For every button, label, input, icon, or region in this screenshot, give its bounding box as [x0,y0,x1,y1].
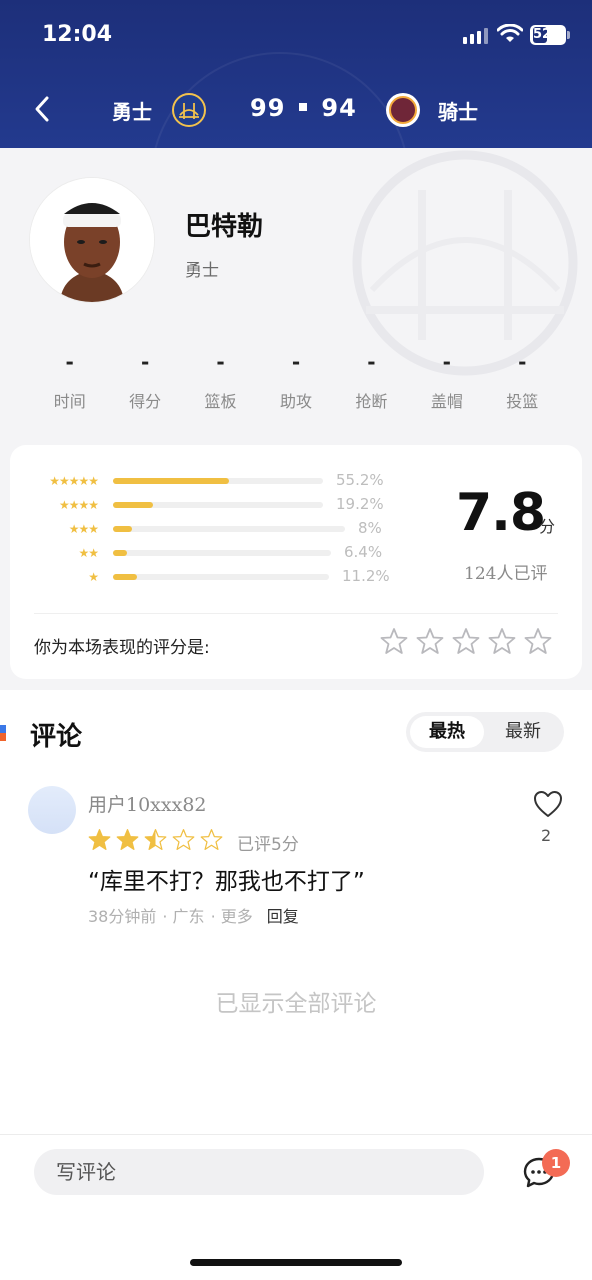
your-rating-stars [380,627,552,655]
away-team-name: 骑士 [438,100,478,124]
home-score: 99 [250,94,286,122]
comment-time: 38分钟前 [88,907,157,926]
stat-assists: - 助攻 [279,350,312,411]
stat-shooting: - 投篮 [506,350,539,411]
star-filled-icon [88,829,111,850]
rating-row-percent: 11.2% [342,567,390,585]
player-team: 勇士 [185,261,219,281]
rating-row-3: ★★★ 8% [34,519,382,537]
rating-row-stars: ★★ [78,546,99,560]
comment-meta: 38分钟前 · 广东 · 更多 回复 [88,903,299,927]
away-score: 94 [321,94,357,122]
rating-row-2: ★★ 6.4% [34,543,382,561]
comments-header: 评论 最热 最新 [0,690,592,772]
all-comments-shown: 已显示全部评论 [215,991,377,1017]
notification-badge: 1 [542,1149,570,1177]
stat-time: - 时间 [53,350,86,411]
rating-row-stars: ★ [88,570,99,584]
rating-row-stars: ★★★★ [58,498,99,512]
star-filled-icon [116,829,139,850]
your-rating-label: 你为本场表现的评分是: [34,638,210,658]
score-unit: 分 [539,517,556,536]
sort-toggle: 最热 最新 [406,712,564,752]
sort-hot-tab[interactable]: 最热 [410,716,484,748]
warriors-watermark-icon [352,150,578,376]
rating-card: ★★★★★ 55.2% ★★★★ 19.2% ★★★ 8% ★★ 6.4% ★ … [10,445,582,679]
reply-button[interactable]: 回复 [267,903,299,927]
comment-item: 用户10xxx82 已评5分 “库里不打？那我也不打了” 38分钟前 · 广东 … [0,772,592,932]
write-comment-input[interactable] [34,1149,484,1195]
status-bar: 12:04 52 [0,0,592,70]
rating-row-percent: 6.4% [344,543,383,561]
comment-more[interactable]: · 更多 [211,903,253,927]
rating-row-percent: 8% [358,519,382,537]
star-outline-icon[interactable] [524,627,552,655]
comment-text: “库里不打？那我也不打了” [88,869,365,895]
rating-row-stars: ★★★★★ [49,474,99,488]
comments-title: 评论 [30,722,83,752]
sort-new-tab[interactable]: 最新 [486,716,560,748]
rating-row-stars: ★★★ [68,522,99,536]
stat-steals: - 抢断 [355,350,388,411]
game-header: 12:04 52 勇士 99 94 骑士 [0,0,592,148]
rating-bar-fill [113,574,138,580]
section-accent-mark [0,725,6,741]
cellular-signal-icon [463,26,488,44]
wifi-icon [497,24,523,42]
comment-location: · 广东 [162,907,205,926]
star-outline-icon[interactable] [488,627,516,655]
cavaliers-logo-icon [386,93,420,127]
home-indicator [190,1259,402,1266]
card-divider [34,613,558,614]
rating-row-percent: 19.2% [336,495,384,513]
comment-composer-bar: 1 [0,1134,592,1280]
like-count: 2 [541,826,552,845]
stat-rebounds: - 篮板 [204,350,237,411]
battery-icon: 52 [530,25,570,45]
star-half-icon [144,829,167,850]
rating-row-5: ★★★★★ 55.2% [34,471,383,489]
star-outline-icon [172,829,195,850]
stat-blocks: - 盖帽 [430,350,463,411]
star-outline-icon[interactable] [452,627,480,655]
rating-row-percent: 55.2% [336,471,384,489]
star-outline-icon [200,829,223,850]
heart-icon[interactable] [533,790,563,818]
battery-level: 52 [533,27,552,43]
player-name: 巴特勒 [185,212,264,242]
player-section: 巴特勒 勇士 - 时间 - 得分 - 篮板 - 助攻 - 抢断 - 盖帽 - 投篮 [0,148,592,438]
rating-bar-fill [113,526,132,532]
status-time: 12:04 [42,22,113,47]
star-outline-icon[interactable] [380,627,408,655]
back-arrow-icon[interactable] [30,92,54,126]
player-avatar [30,178,154,302]
stat-points: - 得分 [129,350,162,411]
rating-bar-fill [113,502,154,508]
comment-rating-stars [88,828,223,851]
rating-row-1: ★ 11.2% [34,567,389,585]
warriors-logo-icon [172,93,206,127]
star-outline-icon[interactable] [416,627,444,655]
home-team-name: 勇士 [112,100,152,124]
raters-count: 124人已评 [464,564,548,584]
commenter-name[interactable]: 用户10xxx82 [88,790,207,817]
rating-row-4: ★★★★ 19.2% [34,495,384,513]
rating-bar-fill [113,478,229,484]
commenter-avatar[interactable] [28,786,76,834]
player-stats: - 时间 - 得分 - 篮板 - 助攻 - 抢断 - 盖帽 - 投篮 [32,350,560,412]
rating-bar-fill [113,550,127,556]
game-score: 99 94 [250,94,357,122]
comment-rated-label: 已评5分 [237,835,299,855]
average-score: 7.8 [456,483,546,543]
